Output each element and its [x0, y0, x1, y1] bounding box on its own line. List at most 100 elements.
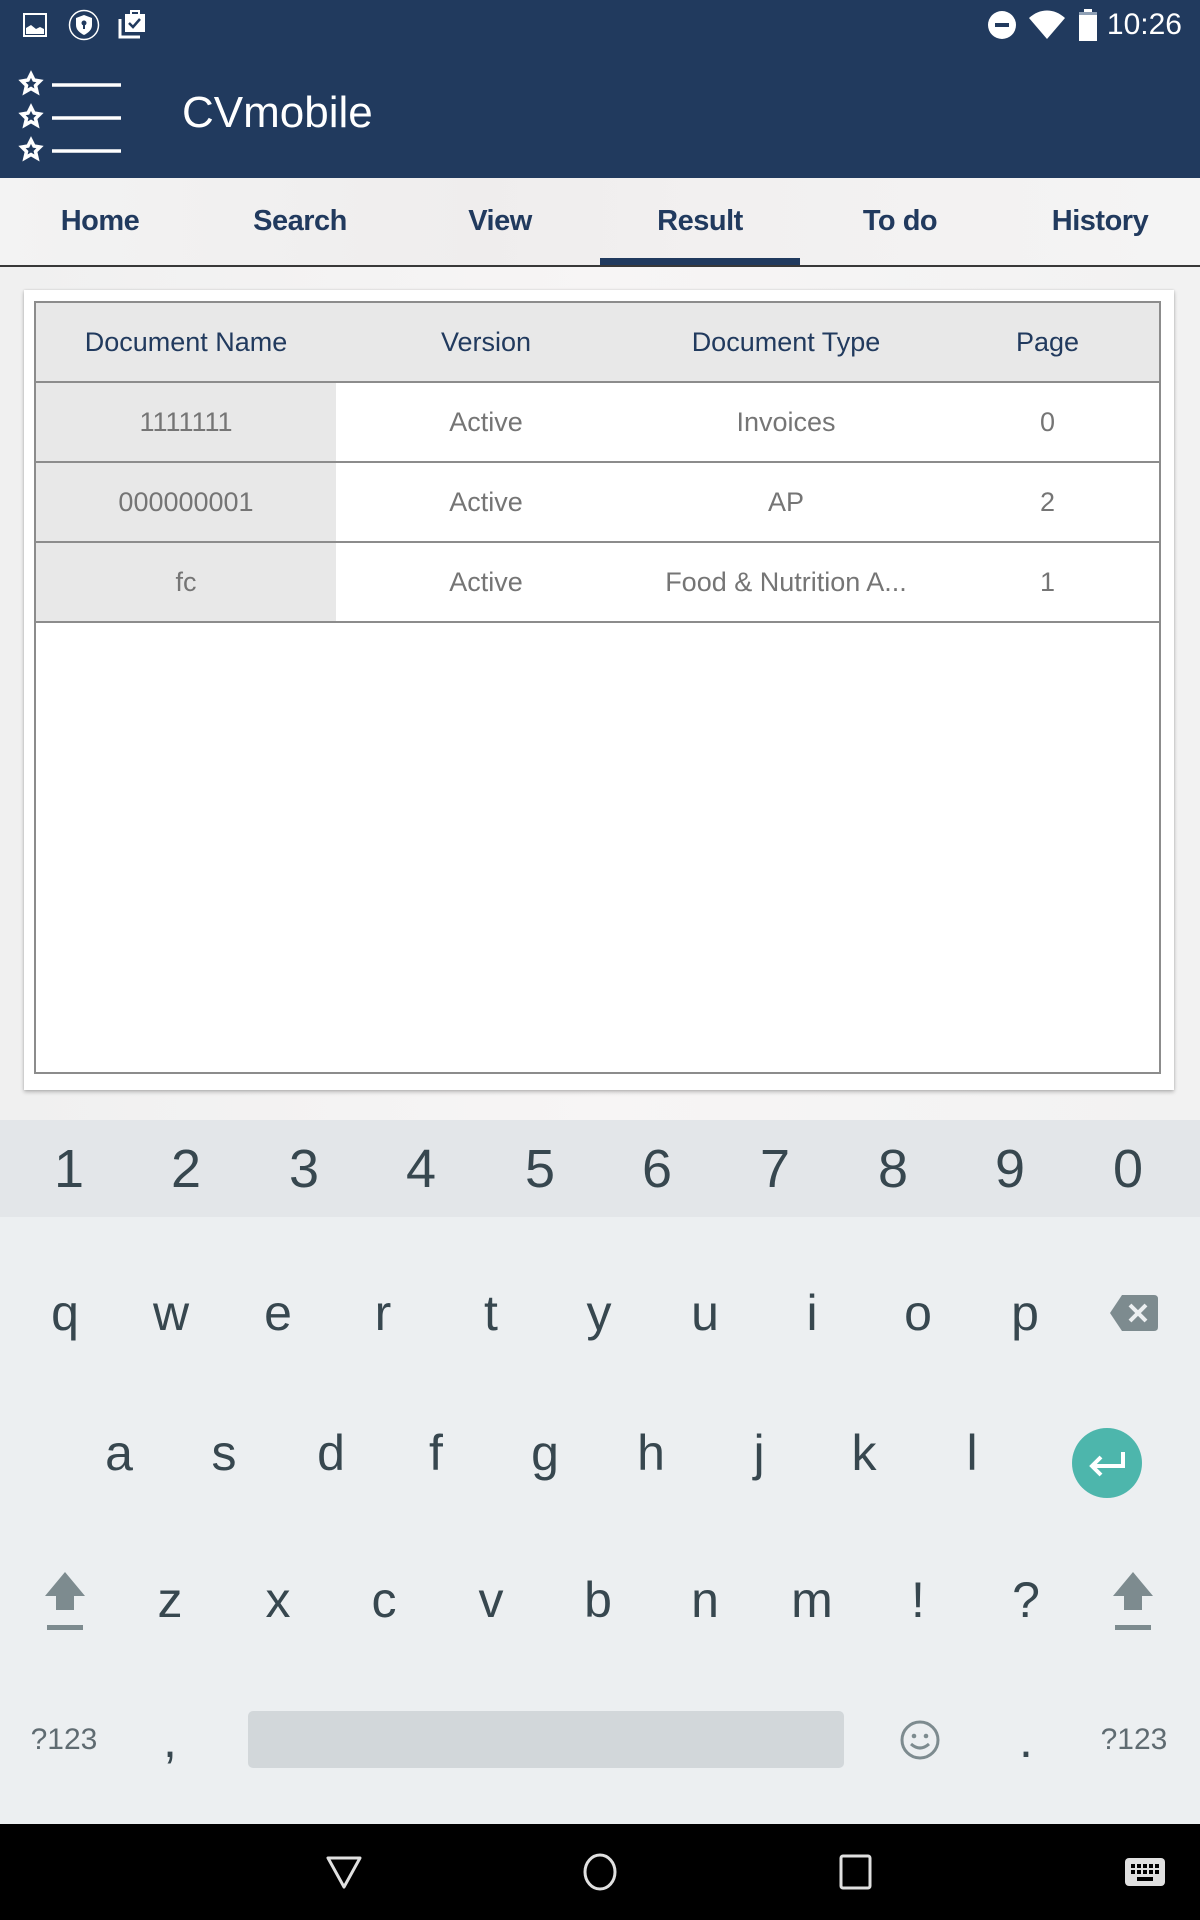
tab-home[interactable]: Home — [0, 178, 200, 265]
tab-bar: Home Search View Result To do History — [0, 178, 1200, 267]
emoji-key[interactable] — [895, 1715, 945, 1765]
tab-history[interactable]: History — [1000, 178, 1200, 265]
results-card: Document Name Version Document Type Page… — [24, 290, 1174, 1090]
key-x[interactable]: x — [228, 1550, 328, 1650]
tab-result[interactable]: Result — [600, 178, 800, 265]
symbols-key-right[interactable]: ?123 — [1084, 1710, 1184, 1770]
key-comma[interactable]: , — [120, 1690, 220, 1790]
key-l[interactable]: l — [922, 1403, 1022, 1503]
table-row[interactable]: 1111111 Active Invoices 0 — [36, 383, 1159, 463]
column-header-document-name[interactable]: Document Name — [36, 303, 336, 381]
key-r[interactable]: r — [333, 1263, 433, 1363]
table-row[interactable]: fc Active Food & Nutrition A... 1 — [36, 543, 1159, 623]
key-period[interactable]: . — [976, 1690, 1076, 1790]
keyboard-switch-button[interactable] — [1115, 1842, 1175, 1902]
recents-button[interactable] — [824, 1842, 888, 1902]
key-6[interactable]: 6 — [602, 1120, 712, 1217]
backspace-icon — [1110, 1295, 1158, 1331]
key-w[interactable]: w — [121, 1263, 221, 1363]
key-f[interactable]: f — [386, 1403, 486, 1503]
key-y[interactable]: y — [549, 1263, 649, 1363]
key-z[interactable]: z — [120, 1550, 220, 1650]
key-question[interactable]: ? — [976, 1550, 1076, 1650]
tab-search[interactable]: Search — [200, 178, 400, 265]
tab-label: To do — [862, 205, 938, 237]
keyboard-number-row: 1 2 3 4 5 6 7 8 9 0 — [0, 1120, 1200, 1217]
key-7[interactable]: 7 — [720, 1120, 830, 1217]
tab-label: Home — [60, 205, 140, 237]
document-type-cell: AP — [767, 486, 805, 517]
tab-to-do[interactable]: To do — [800, 178, 1000, 265]
system-nav-bar — [0, 1824, 1200, 1920]
document-type-cell: Food & Nutrition A... — [665, 566, 907, 597]
vpn-shield-icon — [68, 9, 100, 41]
version-cell: Active — [449, 566, 523, 597]
home-button[interactable] — [568, 1842, 632, 1902]
shift-icon — [45, 1572, 85, 1630]
document-name-cell: fc — [175, 566, 197, 597]
emoji-icon — [900, 1720, 940, 1760]
key-s[interactable]: s — [174, 1403, 274, 1503]
key-c[interactable]: c — [334, 1550, 434, 1650]
key-exclamation[interactable]: ! — [868, 1550, 968, 1650]
key-0[interactable]: 0 — [1073, 1120, 1183, 1217]
key-u[interactable]: u — [655, 1263, 755, 1363]
back-triangle-icon — [326, 1856, 362, 1889]
key-t[interactable]: t — [441, 1263, 541, 1363]
key-q[interactable]: q — [15, 1263, 115, 1363]
app-title: CVmobile — [182, 88, 373, 137]
key-e[interactable]: e — [228, 1263, 328, 1363]
symbols-key-left[interactable]: ?123 — [14, 1710, 114, 1770]
page-cell: 0 — [1039, 406, 1056, 437]
key-v[interactable]: v — [441, 1550, 541, 1650]
shift-key-right[interactable] — [1098, 1560, 1168, 1640]
tab-label: Result — [657, 205, 743, 237]
key-d[interactable]: d — [281, 1403, 381, 1503]
recents-square-icon — [839, 1854, 872, 1890]
app-bar: CVmobile — [0, 58, 1200, 178]
backspace-key[interactable] — [1094, 1283, 1174, 1343]
starred-list-menu-icon — [18, 70, 121, 162]
tab-view[interactable]: View — [400, 178, 600, 265]
clock: 10:26 — [1106, 8, 1182, 41]
shift-icon — [1113, 1572, 1153, 1630]
key-5[interactable]: 5 — [485, 1120, 595, 1217]
key-b[interactable]: b — [548, 1550, 648, 1650]
key-k[interactable]: k — [814, 1403, 914, 1503]
menu-button[interactable] — [14, 68, 126, 168]
table-row[interactable]: 000000001 Active AP 2 — [36, 463, 1159, 543]
key-m[interactable]: m — [762, 1550, 862, 1650]
column-header-page[interactable]: Page — [936, 303, 1159, 381]
key-8[interactable]: 8 — [838, 1120, 948, 1217]
shift-key-left[interactable] — [30, 1560, 100, 1640]
soft-keyboard: 1 2 3 4 5 6 7 8 9 0 q w e r t y u i o p … — [0, 1120, 1200, 1824]
page-cell: 1 — [1039, 566, 1056, 597]
result-panel: Document Name Version Document Type Page… — [0, 267, 1200, 1120]
tab-label: Search — [253, 205, 347, 237]
key-1[interactable]: 1 — [14, 1120, 124, 1217]
key-g[interactable]: g — [495, 1403, 595, 1503]
back-button[interactable] — [312, 1842, 376, 1902]
column-header-version[interactable]: Version — [336, 303, 636, 381]
version-cell: Active — [449, 406, 523, 437]
key-n[interactable]: n — [655, 1550, 755, 1650]
key-3[interactable]: 3 — [249, 1120, 359, 1217]
key-9[interactable]: 9 — [955, 1120, 1065, 1217]
key-p[interactable]: p — [975, 1263, 1075, 1363]
key-a[interactable]: a — [69, 1403, 169, 1503]
key-o[interactable]: o — [868, 1263, 968, 1363]
image-icon — [23, 13, 47, 37]
key-2[interactable]: 2 — [131, 1120, 241, 1217]
key-4[interactable]: 4 — [366, 1120, 476, 1217]
keyboard-icon — [1125, 1858, 1165, 1886]
enter-key[interactable] — [1072, 1428, 1142, 1498]
table-header: Document Name Version Document Type Page — [36, 303, 1159, 383]
key-h[interactable]: h — [601, 1403, 701, 1503]
page-cell: 2 — [1039, 486, 1056, 517]
key-j[interactable]: j — [709, 1403, 809, 1503]
column-header-document-type[interactable]: Document Type — [636, 303, 936, 381]
status-bar: 10:26 — [0, 0, 1200, 58]
key-i[interactable]: i — [762, 1263, 862, 1363]
tab-label: View — [468, 205, 532, 237]
space-bar[interactable] — [248, 1711, 844, 1768]
